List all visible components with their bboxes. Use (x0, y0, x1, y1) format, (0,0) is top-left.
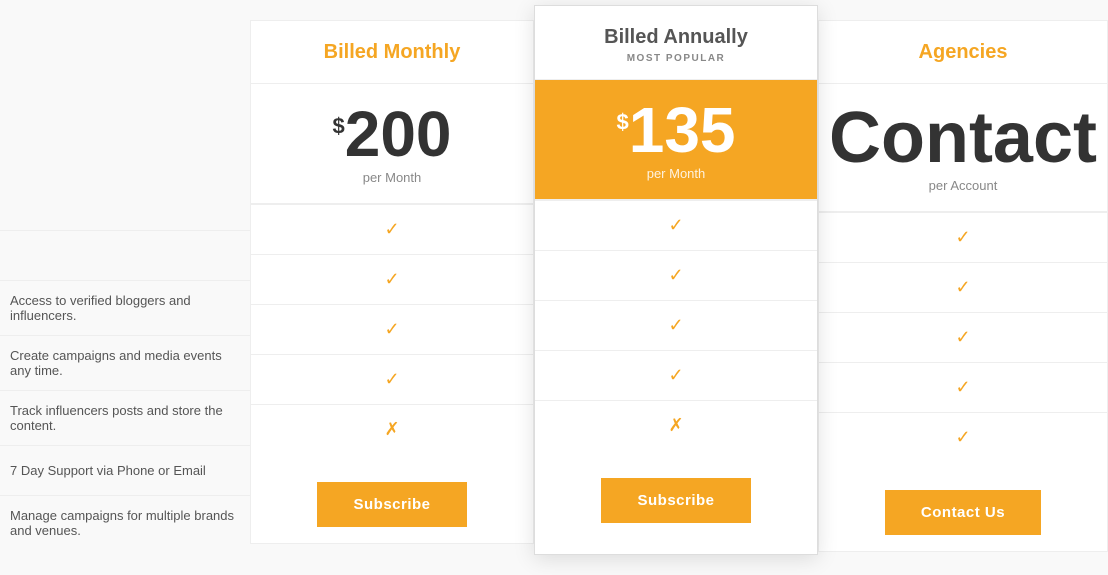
monthly-title: Billed Monthly (261, 41, 523, 64)
checkmark-icon: ✓ (384, 269, 399, 290)
monthly-price-per: per Month (261, 170, 523, 185)
monthly-subscribe-button[interactable]: Subscribe (317, 482, 466, 527)
annually-check-1: ✓ (535, 200, 817, 250)
most-popular-badge: MOST POPULAR (545, 53, 807, 64)
checkmark-icon: ✓ (668, 265, 683, 286)
feature-row-3: Track influencers posts and store the co… (0, 390, 250, 445)
feature-text-3: Track influencers posts and store the co… (10, 403, 240, 433)
monthly-check-2: ✓ (251, 254, 533, 304)
annually-price-per: per Month (545, 166, 807, 181)
agencies-check-1: ✓ (819, 212, 1107, 262)
monthly-check-4: ✓ (251, 354, 533, 404)
agencies-header: Agencies (819, 21, 1107, 84)
feature-row-4: 7 Day Support via Phone or Email (0, 445, 250, 495)
pricing-wrapper: Access to verified bloggers and influenc… (0, 0, 1108, 575)
annually-title: Billed Annually (545, 26, 807, 49)
annually-check-3: ✓ (535, 300, 817, 350)
agencies-check-3: ✓ (819, 312, 1107, 362)
checkmark-icon: ✓ (955, 377, 970, 398)
annually-check-5: ✗ (535, 400, 817, 450)
annually-check-4: ✓ (535, 350, 817, 400)
feature-text-1: Access to verified bloggers and influenc… (10, 293, 240, 323)
feature-row-2: Create campaigns and media events any ti… (0, 335, 250, 390)
annually-action: Subscribe (535, 450, 817, 539)
checkmark-icon: ✓ (384, 219, 399, 240)
checkmark-icon: ✓ (955, 227, 970, 248)
annually-check-2: ✓ (535, 250, 817, 300)
checkmark-icon: ✓ (955, 277, 970, 298)
annually-price-box: $135 per Month (535, 80, 817, 200)
feature-text-2: Create campaigns and media events any ti… (10, 348, 240, 378)
checkmark-icon: ✓ (955, 327, 970, 348)
checkmark-icon: ✓ (384, 319, 399, 340)
agencies-price-per: per Account (829, 178, 1097, 193)
x-icon: ✗ (384, 419, 399, 440)
agencies-check-2: ✓ (819, 262, 1107, 312)
monthly-price-sup: $ (332, 114, 344, 139)
checkmark-icon: ✓ (668, 315, 683, 336)
checkmark-icon: ✓ (668, 365, 683, 386)
checkmark-icon: ✓ (955, 427, 970, 448)
annually-price-sup: $ (616, 110, 628, 135)
monthly-check-1: ✓ (251, 204, 533, 254)
plan-annually: Billed Annually MOST POPULAR $135 per Mo… (534, 5, 818, 555)
feature-row-5: Manage campaigns for multiple brands and… (0, 495, 250, 550)
plan-monthly: Billed Monthly $200 per Month ✓ ✓ ✓ ✓ ✗ … (250, 20, 534, 544)
monthly-header: Billed Monthly (251, 21, 533, 84)
plan-agencies: Agencies Contact per Account ✓ ✓ ✓ ✓ ✓ C… (818, 20, 1108, 552)
agencies-action: Contact Us (819, 462, 1107, 551)
agencies-contact-button[interactable]: Contact Us (885, 490, 1041, 535)
feature-text-5: Manage campaigns for multiple brands and… (10, 508, 240, 538)
monthly-action: Subscribe (251, 454, 533, 543)
monthly-check-3: ✓ (251, 304, 533, 354)
x-icon: ✗ (668, 415, 683, 436)
agencies-check-5: ✓ (819, 412, 1107, 462)
annually-price-amount: $135 (545, 98, 807, 162)
checkmark-icon: ✓ (384, 369, 399, 390)
annually-subscribe-button[interactable]: Subscribe (601, 478, 750, 523)
agencies-title: Agencies (829, 41, 1097, 64)
agencies-contact-label: Contact (829, 102, 1097, 174)
feature-row-1: Access to verified bloggers and influenc… (0, 280, 250, 335)
monthly-check-5: ✗ (251, 404, 533, 454)
annually-header: Billed Annually MOST POPULAR (535, 6, 817, 80)
annually-price-number: $135 (616, 94, 735, 166)
monthly-price-amount: $200 (261, 102, 523, 166)
features-column: Access to verified bloggers and influenc… (0, 20, 250, 550)
agencies-check-4: ✓ (819, 362, 1107, 412)
feature-text-4: 7 Day Support via Phone or Email (10, 463, 206, 478)
monthly-price-number: $200 (332, 98, 451, 170)
checkmark-icon: ✓ (668, 215, 683, 236)
feature-row-empty (0, 230, 250, 280)
agencies-price-box: Contact per Account (819, 84, 1107, 212)
monthly-price-box: $200 per Month (251, 84, 533, 204)
